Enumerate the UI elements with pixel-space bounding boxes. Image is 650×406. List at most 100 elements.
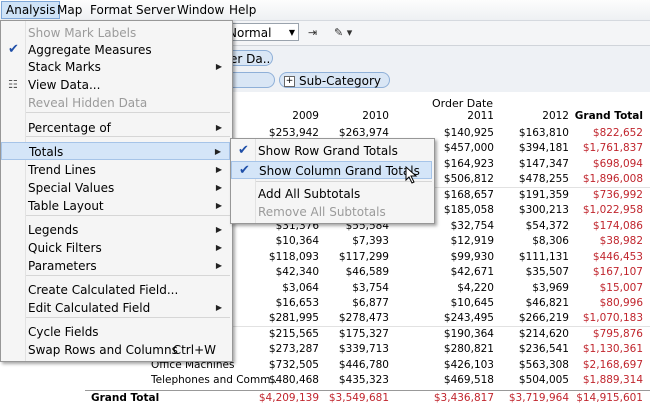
chevron-right-icon: ▶ (214, 147, 221, 156)
menu-help[interactable]: Help (225, 2, 260, 18)
submenu-item-show-row-grand-totals[interactable]: ✔ Show Row Grand Totals (231, 142, 432, 160)
table-cell: $1,896,008 (582, 173, 643, 186)
menu-separator (26, 275, 230, 276)
table-cell: $35,507 (525, 266, 569, 279)
menu-item-label: Show Column Grand Totals (259, 164, 420, 178)
fit-dropdown[interactable]: Normal ▼ (223, 23, 299, 41)
table-cell: $300,213 (518, 204, 569, 217)
table-cell: $504,005 (518, 374, 569, 387)
menu-bar: Analysis Map Format Server Window Help (0, 0, 650, 21)
table-cell: $280,821 (443, 343, 494, 356)
menu-item-trend-lines[interactable]: Trend Lines ▶ (1, 161, 230, 179)
sub-category-pill[interactable]: + Sub-Category (279, 72, 390, 88)
menu-item-special-values[interactable]: Special Values ▶ (1, 179, 230, 197)
table-cell: $736,992 (592, 188, 643, 201)
menu-item-view-data[interactable]: ☷ View Data... (1, 76, 230, 94)
check-icon: ✔ (239, 163, 250, 178)
table-cell: $1,889,314 (582, 374, 643, 387)
menu-map[interactable]: Map (53, 2, 86, 18)
table-cell: $236,541 (518, 343, 569, 356)
table-cell: $38,982 (599, 235, 643, 248)
table-cell: $1,070,183 (582, 312, 643, 325)
check-icon: ✔ (238, 143, 249, 158)
submenu-item-show-column-grand-totals[interactable]: ✔ Show Column Grand Totals (231, 161, 432, 179)
table-cell: $3,969 (532, 281, 569, 294)
menu-item-cycle-fields[interactable]: Cycle Fields (1, 323, 230, 341)
analysis-menu: Show Mark Labels ✔ Aggregate Measures Stack… (0, 20, 233, 362)
pin-icon[interactable]: ⇥ (308, 24, 317, 41)
menu-item-label: Add All Subtotals (258, 187, 361, 201)
chevron-right-icon: ▶ (215, 62, 222, 71)
menu-item-label: Aggregate Measures (28, 43, 152, 57)
menu-item-parameters[interactable]: Parameters ▶ (1, 257, 230, 275)
chevron-down-icon: ▼ (288, 28, 295, 37)
table-cell: $446,453 (592, 250, 643, 263)
menu-item-label: View Data... (28, 78, 101, 92)
table-cell: $469,518 (443, 374, 494, 387)
menu-item-percentage-of[interactable]: Percentage of ▶ (1, 119, 230, 137)
chevron-right-icon: ▶ (215, 183, 222, 192)
table-cell: $10,364 (275, 235, 319, 248)
menu-item-edit-calculated-field[interactable]: Edit Calculated Field ▶ (1, 299, 230, 317)
menu-item-aggregate-measures[interactable]: ✔ Aggregate Measures (1, 41, 230, 59)
menu-analysis[interactable]: Analysis (1, 1, 61, 19)
table-cell: $46,821 (525, 296, 569, 309)
table-cell: $563,308 (518, 358, 569, 371)
table-cell: $117,299 (338, 250, 389, 263)
year-header: 2010 (362, 110, 389, 122)
grand-total-cell: $4,209,139 (258, 391, 319, 404)
table-cell: $99,930 (450, 250, 494, 263)
menu-item-quick-filters[interactable]: Quick Filters ▶ (1, 239, 230, 257)
menu-window[interactable]: Window (173, 2, 228, 18)
menu-item-label: Show Row Grand Totals (258, 144, 398, 158)
menu-item-label: Show Mark Labels (28, 26, 137, 40)
chevron-right-icon: ▶ (215, 225, 222, 234)
menu-item-totals[interactable]: Totals ▶ (1, 142, 230, 160)
table-cell: $1,022,958 (582, 204, 643, 217)
table-cell: $15,007 (599, 281, 643, 294)
sub-category-label: Sub-Category (299, 74, 381, 88)
table-cell: $6,877 (352, 296, 389, 309)
menu-item-legends[interactable]: Legends ▶ (1, 221, 230, 239)
table-cell: $8,306 (532, 235, 569, 248)
table-cell: $163,810 (518, 127, 569, 139)
menu-item-create-calculated-field[interactable]: Create Calculated Field... (1, 281, 230, 299)
table-cell: $795,876 (592, 327, 643, 340)
menu-item-stack-marks[interactable]: Stack Marks ▶ (1, 58, 230, 76)
shortcut-label: Ctrl+W (172, 343, 216, 357)
chevron-right-icon: ▶ (215, 261, 222, 270)
menu-item-label: Swap Rows and Columns (28, 343, 178, 357)
table-cell: $3,754 (352, 281, 389, 294)
table-cell: $478,255 (518, 173, 569, 186)
menu-item-swap-rows-and-columns[interactable]: Swap Rows and Columns Ctrl+W (1, 341, 230, 359)
grand-total-cell: $3,719,964 (508, 391, 569, 404)
menu-item-label: Stack Marks (28, 60, 101, 74)
table-cell: $278,473 (338, 312, 389, 325)
menu-format[interactable]: Format (86, 2, 136, 18)
table-cell: $147,347 (518, 157, 569, 170)
table-cell: $698,094 (592, 157, 643, 170)
menu-item-label: Legends (28, 223, 79, 237)
table-cell: $266,219 (518, 312, 569, 325)
table-cell: $7,393 (352, 235, 389, 248)
menu-separator (26, 317, 230, 318)
menu-item-label: Remove All Subtotals (258, 205, 386, 219)
menu-item-reveal-hidden-data: Reveal Hidden Data (1, 94, 230, 112)
table-cell: $2,168,697 (582, 358, 643, 371)
table-cell: $111,131 (518, 250, 569, 263)
table-cell: $42,671 (450, 266, 494, 279)
grand-total-cell: $3,549,681 (328, 391, 389, 404)
menu-item-label: Percentage of (28, 121, 111, 135)
table-cell: $273,287 (268, 343, 319, 356)
menu-item-label: Totals (29, 145, 64, 159)
menu-item-label: Edit Calculated Field (28, 301, 151, 315)
pen-icon[interactable]: ✎ ▾ (334, 24, 352, 41)
table-cell: $46,589 (345, 266, 389, 279)
submenu-item-add-all-subtotals[interactable]: Add All Subtotals (231, 185, 432, 203)
chevron-right-icon: ▶ (215, 303, 222, 312)
menu-item-table-layout[interactable]: Table Layout ▶ (1, 197, 230, 215)
table-cell: $339,713 (338, 343, 389, 356)
table-cell: $12,919 (450, 235, 494, 248)
menu-item-label: Create Calculated Field... (28, 283, 179, 297)
submenu-item-remove-all-subtotals: Remove All Subtotals (231, 203, 432, 221)
